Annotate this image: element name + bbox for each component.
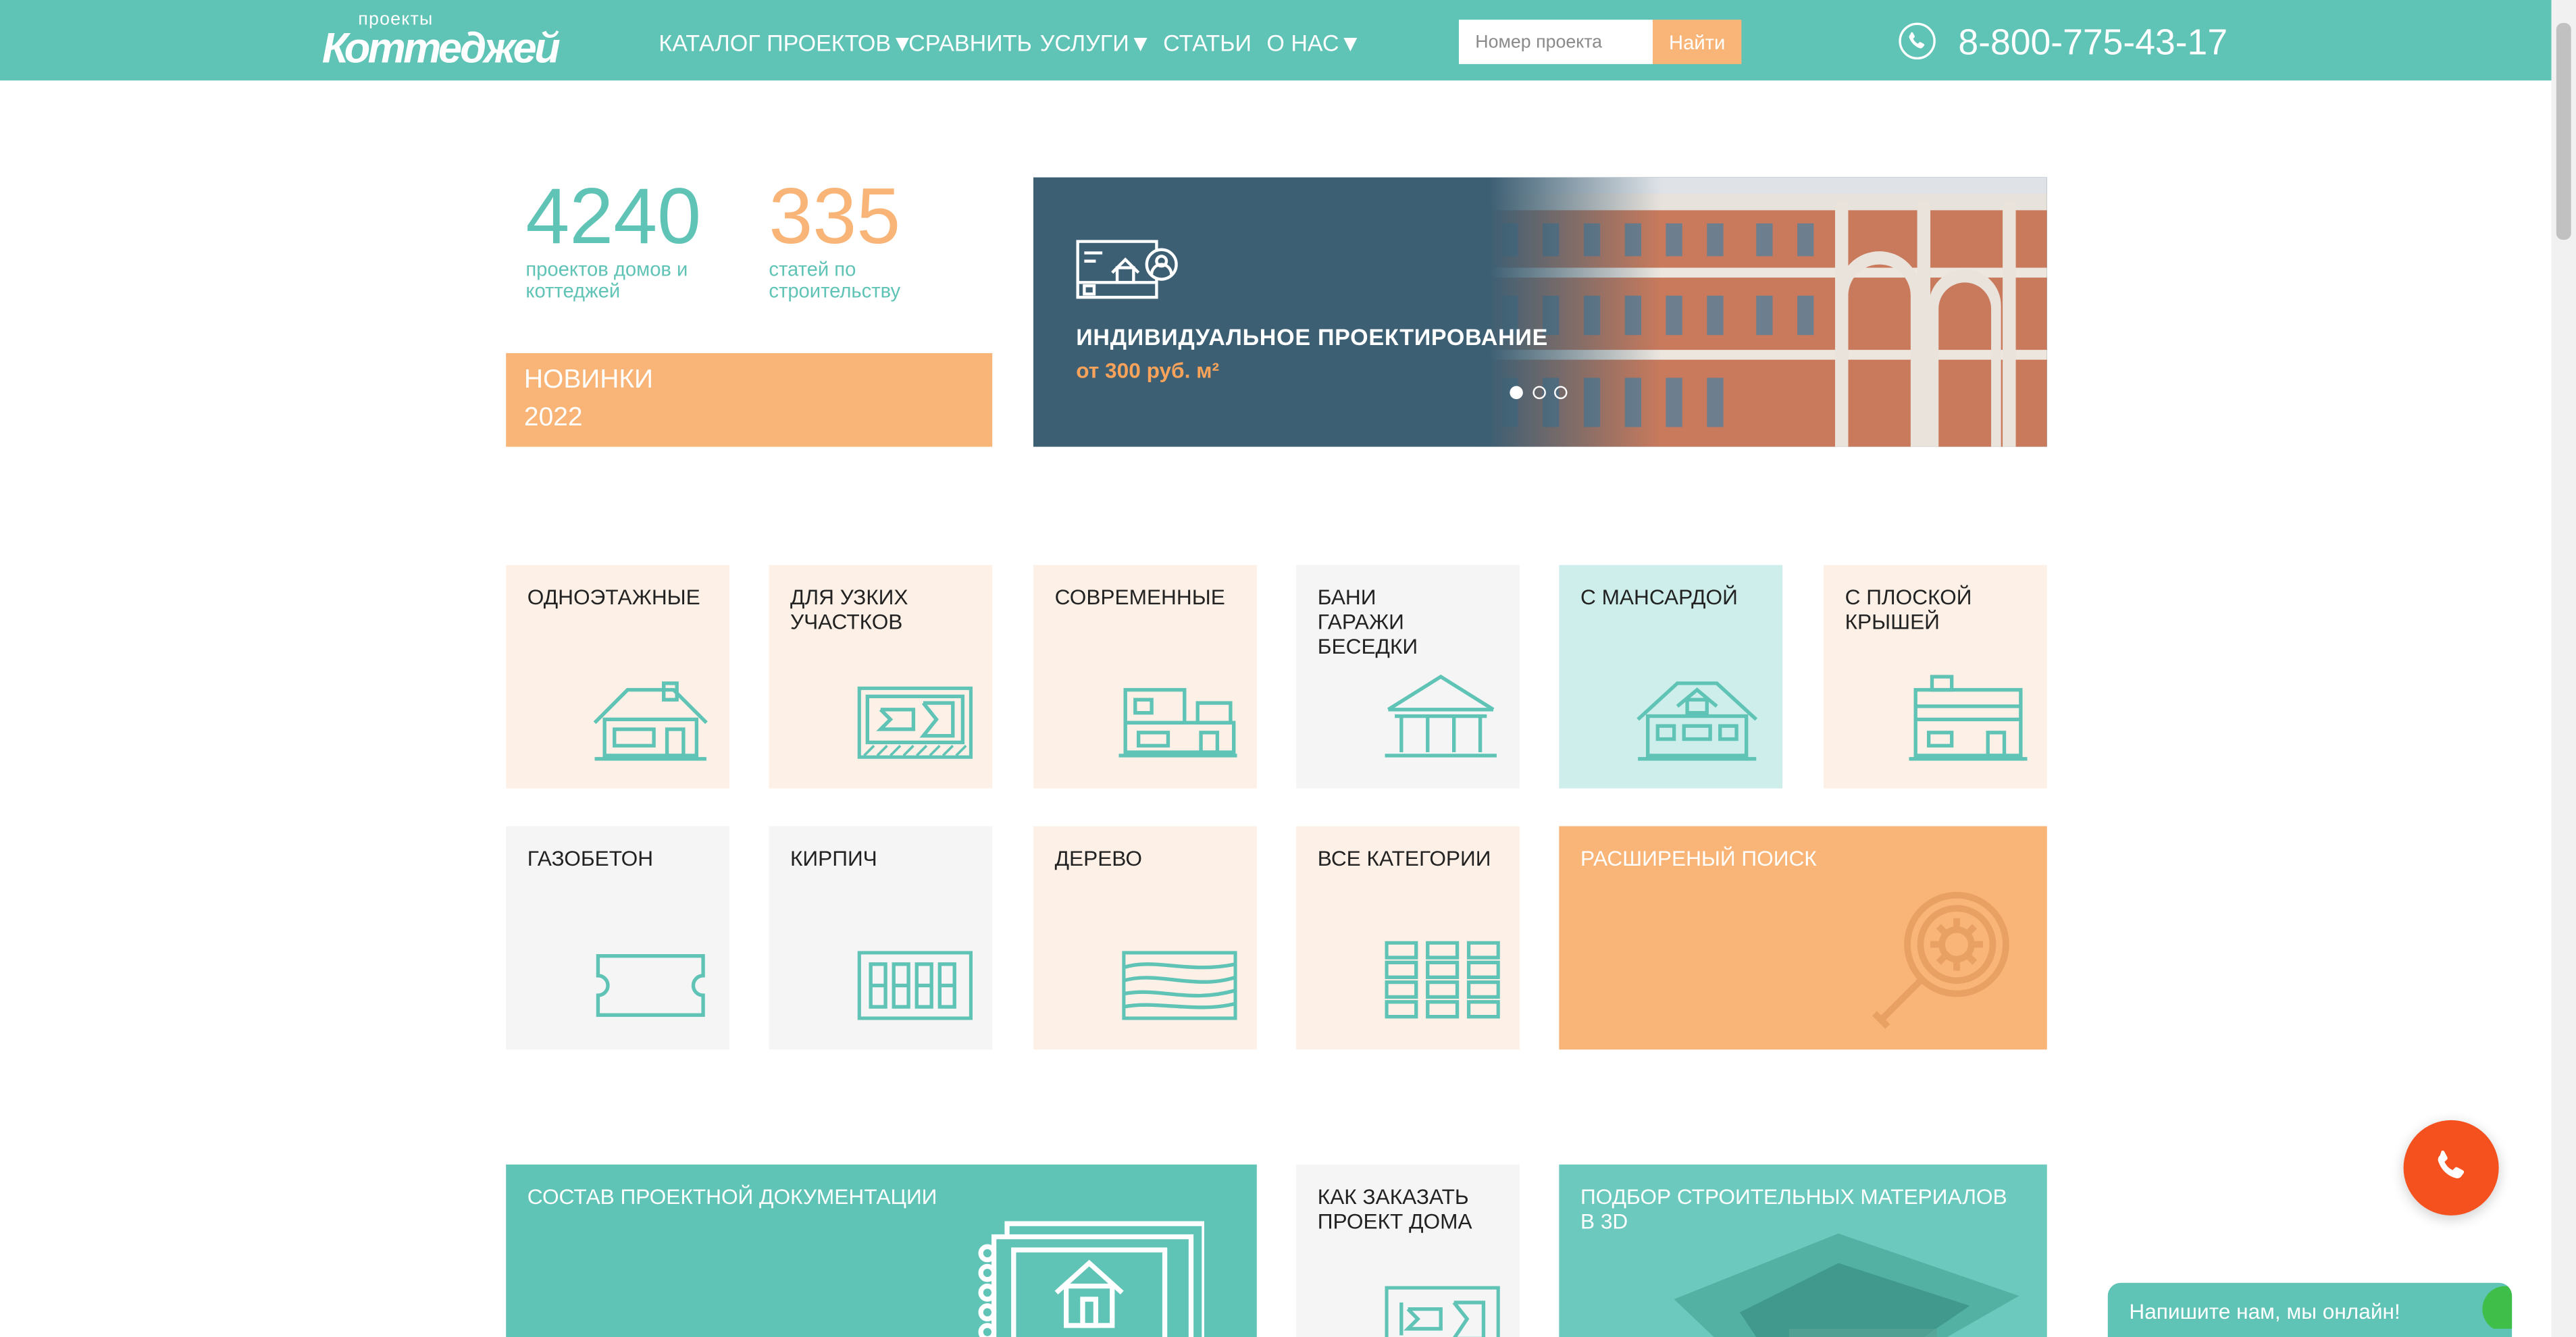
category-one-storey[interactable]: ОДНОЭТАЖНЫЕ [506,565,729,789]
tile-label: КАК ЗАКАЗАТЬ ПРОЕКТ ДОМА [1317,1184,1472,1234]
banner-title: ИНДИВИДУАЛЬНОЕ ПРОЕКТИРОВАНИЕ [1076,323,1549,350]
projects-count: 4240 [525,174,702,261]
search-button[interactable]: Найти [1652,20,1742,64]
project-number-input[interactable] [1458,20,1653,64]
nav-articles[interactable]: СТАТЬИ [1163,30,1252,56]
tile-label: С ПЛОСКОЙ КРЫШЕЙ [1845,584,1972,634]
documentation-icon [978,1221,1204,1337]
scrollbar-thumb[interactable] [2556,23,2571,240]
tile-label: ГАЗОБЕТОН [527,845,654,871]
how-to-order-tile[interactable]: КАК ЗАКАЗАТЬ ПРОЕКТ ДОМА [1296,1164,1520,1337]
call-button[interactable] [2403,1120,2499,1215]
logo-title: Коттеджей [321,23,561,73]
tile-label: ДЕРЕВО [1054,845,1142,871]
tile-label: ДЛЯ УЗКИХ УЧАСТКОВ [790,584,908,634]
phone-icon [1899,22,1936,60]
category-all[interactable]: ВСЕ КАТЕГОРИИ [1296,826,1520,1050]
brick-icon [857,951,973,1020]
gazebo-icon [1385,674,1497,758]
banner-price: от 300 руб. м² [1076,358,1220,383]
mansion-image [1033,177,2047,447]
category-flat-roof[interactable]: С ПЛОСКОЙ КРЫШЕЙ [1823,565,2047,789]
phone-handset-icon [2438,1150,2465,1179]
tile-label: СОСТАВ ПРОЕКТНОЙ ДОКУМЕНТАЦИИ [527,1184,937,1209]
category-modern[interactable]: СОВРЕМЕННЫЕ [1033,565,1257,789]
one-storey-house-icon [593,681,708,761]
tile-label: ОДНОЭТАЖНЫЕ [527,584,700,610]
new-projects-year: 2022 [523,404,583,432]
tile-label: ПОДБОР СТРОИТЕЛЬНЫХ МАТЕРИАЛОВ В 3D [1580,1184,2007,1234]
slider-dot-1[interactable] [1510,386,1523,400]
new-projects-button[interactable]: НОВИНКИ 2022 [506,352,993,447]
category-brick[interactable]: КИРПИЧ [769,826,993,1050]
nav-catalog[interactable]: КАТАЛОГ ПРОЕКТОВ▼ [659,30,913,56]
category-attic[interactable]: С МАНСАРДОЙ [1559,565,1783,789]
chat-text: Напишите нам, мы онлайн! [2129,1299,2400,1324]
modern-house-icon [1118,687,1237,758]
flat-roof-house-icon [1909,675,2028,761]
nav-services[interactable]: УСЛУГИ▼ [1040,30,1152,56]
category-aerated-concrete[interactable]: ГАЗОБЕТОН [506,826,729,1050]
category-wood[interactable]: ДЕРЕВО [1033,826,1257,1050]
tile-label: БАНИ ГАРАЖИ БЕСЕДКИ [1317,584,1418,659]
documentation-tile[interactable]: СОСТАВ ПРОЕКТНОЙ ДОКУМЕНТАЦИИ [506,1164,1257,1337]
slider-dot-3[interactable] [1554,386,1568,400]
tile-label: СОВРЕМЕННЫЕ [1054,584,1225,610]
house-design-icon [1076,240,1178,299]
grid-icon [1385,941,1500,1019]
advanced-search-tile[interactable]: РАСШИРЕНЫЙ ПОИСК [1559,826,2047,1050]
attic-house-icon [1637,681,1758,761]
materials-3d-tile[interactable]: ПОДБОР СТРОИТЕЛЬНЫХ МАТЕРИАЛОВ В 3D [1559,1164,2047,1337]
nav-compare[interactable]: СРАВНИТЬ [908,30,1032,56]
online-chat-widget[interactable]: Напишите нам, мы онлайн! [2107,1282,2513,1337]
slider-dot-2[interactable] [1532,386,1546,400]
chat-status-icon [2482,1286,2513,1329]
category-narrow-plots[interactable]: ДЛЯ УЗКИХ УЧАСТКОВ [769,565,993,789]
articles-count: 335 [769,174,901,261]
new-projects-title: НОВИНКИ [523,366,653,394]
category-saunas-garages-gazebos[interactable]: БАНИ ГАРАЖИ БЕСЕДКИ [1296,565,1520,789]
tile-label: РАСШИРЕНЫЙ ПОИСК [1580,845,1817,871]
phone-number[interactable]: 8-800-775-43-17 [1958,22,2227,64]
tile-label: С МАНСАРДОЙ [1580,584,1738,610]
wood-icon [1122,951,1237,1020]
order-project-icon [1385,1286,1500,1337]
narrow-plot-icon [857,686,973,759]
tile-label: ВСЕ КАТЕГОРИИ [1317,845,1491,871]
aerated-block-icon [596,953,705,1017]
nav-about[interactable]: О НАС▼ [1266,30,1362,56]
promo-banner[interactable]: ИНДИВИДУАЛЬНОЕ ПРОЕКТИРОВАНИЕ от 300 руб… [1033,177,2047,447]
articles-label: статей по строительству [769,257,901,303]
tile-label: КИРПИЧ [790,845,877,871]
projects-label: проектов домов и коттеджей [525,257,688,303]
advanced-search-icon [1872,891,2009,1029]
